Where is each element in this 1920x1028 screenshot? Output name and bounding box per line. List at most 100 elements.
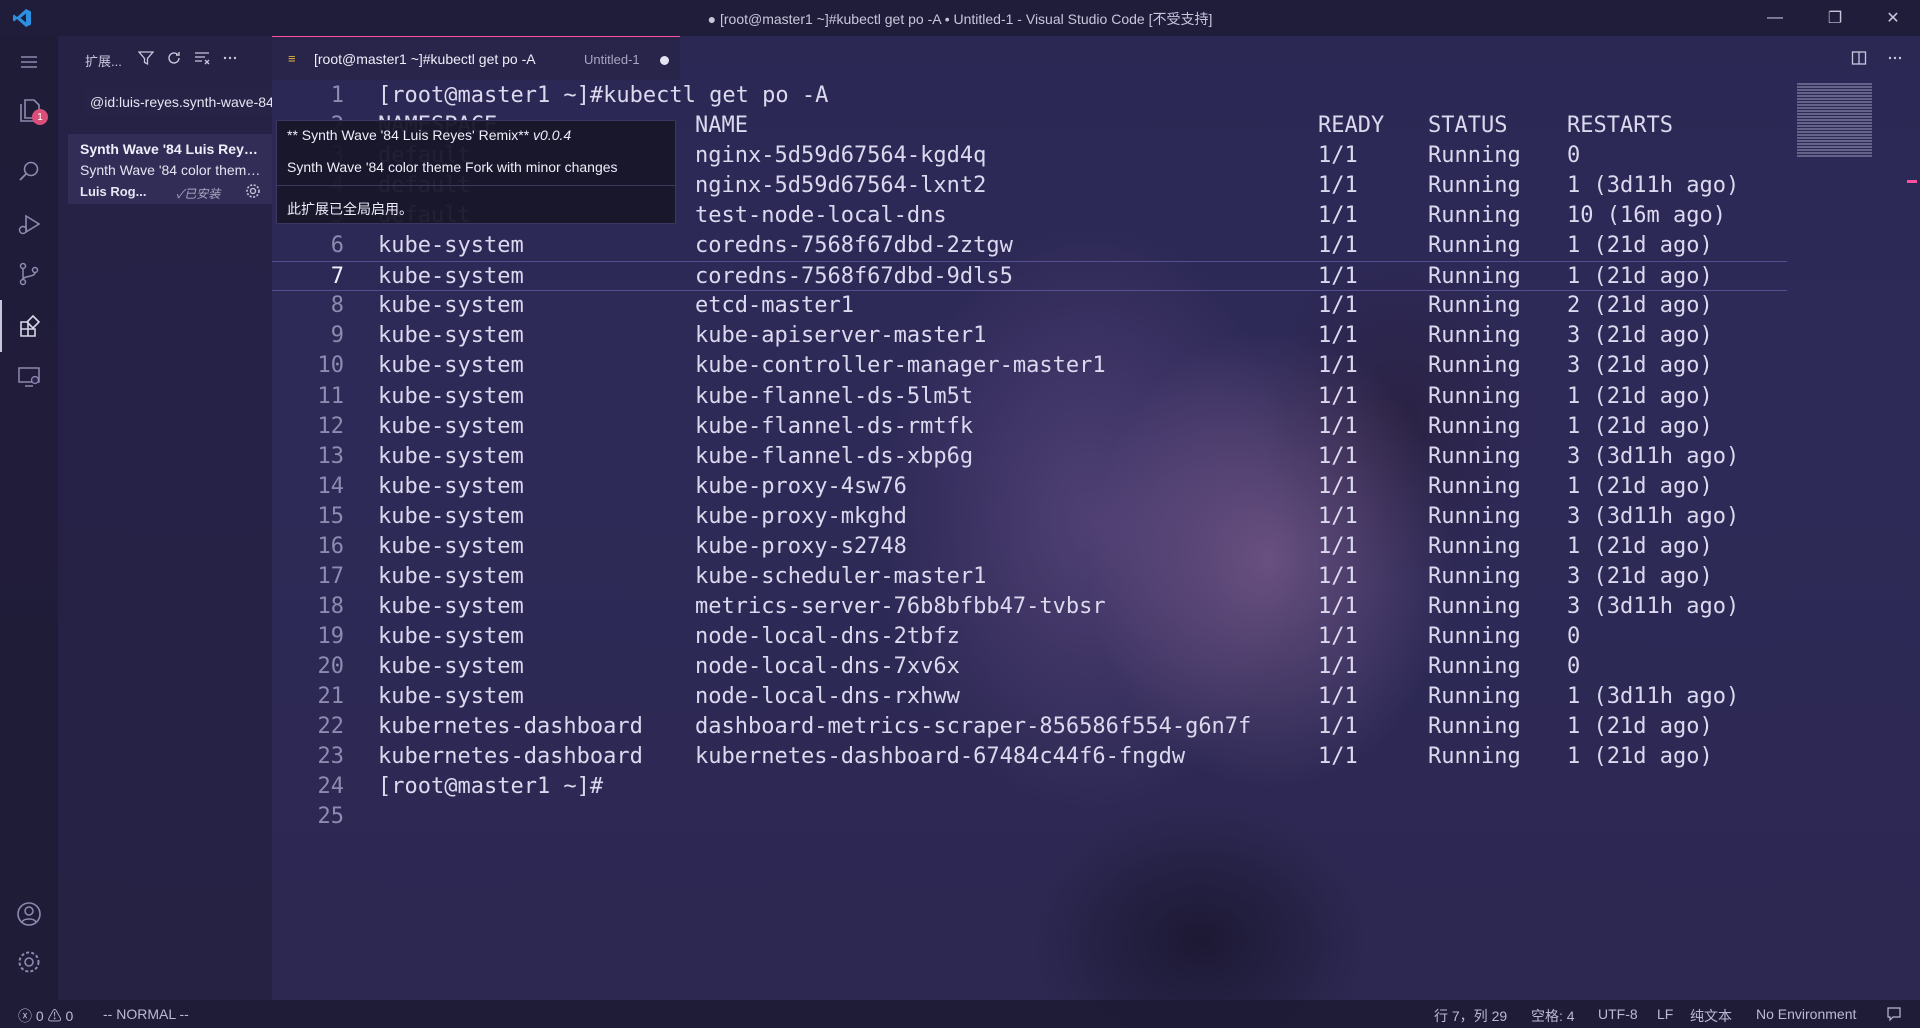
source-control-button[interactable] — [0, 248, 58, 300]
ready-cell: 1/1 — [1318, 233, 1358, 259]
editor-line[interactable]: 24 [root@master1 ~]# — [272, 772, 1787, 802]
restarts-cell: 3 (21d ago) — [1567, 353, 1713, 379]
editor-line[interactable]: 7 kube-system coredns-7568f67dbd-9dls5 1/1 R… — [272, 261, 1787, 292]
editor-line[interactable]: 1 [root@master1 ~]#kubectl get po -A — [272, 81, 1787, 111]
editor-line[interactable]: 22 kubernetes-dashboard dashboard-metrics-… — [272, 712, 1787, 742]
minimap-row — [1797, 134, 1872, 136]
split-editor-button[interactable] — [1849, 48, 1869, 68]
unsaved-dot-icon[interactable] — [660, 56, 669, 65]
filter-button[interactable] — [136, 48, 156, 68]
namespace-cell: kube-system — [378, 503, 524, 529]
editor-line[interactable]: 20 kube-system node-local-dns-7xv6x 1/1 Runn… — [272, 652, 1787, 682]
name-cell: nginx-5d59d67564-lxnt2 — [695, 173, 987, 199]
minimize-icon: — — [1767, 9, 1783, 26]
namespace-cell: kube-system — [378, 293, 524, 319]
more-actions-button[interactable] — [220, 48, 240, 68]
ready-cell: 1/1 — [1318, 173, 1358, 199]
extension-search-input[interactable] — [84, 88, 272, 116]
restarts-cell: 3 (21d ago) — [1567, 563, 1713, 589]
language-mode[interactable]: 纯文本 — [1690, 1006, 1732, 1026]
extension-settings-gear-icon[interactable] — [244, 182, 262, 200]
indentation[interactable]: 空格: 4 — [1531, 1006, 1575, 1026]
account-button[interactable] — [0, 888, 58, 940]
explorer-button[interactable]: 1 — [0, 84, 58, 136]
name-cell: kube-flannel-ds-xbp6g — [695, 443, 974, 469]
installed-label: ✓已安装 — [176, 187, 221, 201]
minimap[interactable] — [1797, 82, 1872, 157]
hover-title: ** Synth Wave '84 Luis Reyes' Remix** v0… — [287, 127, 571, 143]
restarts-cell: 3 (3d11h ago) — [1567, 503, 1740, 529]
feedback-button[interactable] — [1886, 1006, 1902, 1025]
editor-more-actions-button[interactable] — [1885, 48, 1905, 68]
status-cell: Running — [1428, 563, 1521, 589]
hover-version: v0.0.4 — [533, 127, 572, 143]
editor-line[interactable]: 17 kube-system kube-scheduler-master1 1/1 Ru… — [272, 562, 1787, 592]
menu-button[interactable] — [0, 36, 58, 88]
minimap-row — [1797, 146, 1872, 148]
minimap-row — [1797, 128, 1872, 130]
editor-line[interactable]: 6 kube-system coredns-7568f67dbd-2ztgw 1/1 R… — [272, 231, 1787, 261]
editor-line[interactable]: 11 kube-system kube-flannel-ds-5lm5t 1/1 Run… — [272, 382, 1787, 412]
end-of-line[interactable]: LF — [1657, 1006, 1673, 1022]
editor-line[interactable]: 15 kube-system kube-proxy-mkghd 1/1 Running 3… — [272, 502, 1787, 532]
editor-line[interactable]: 18 kube-system metrics-server-76b8bfbb47-t… — [272, 592, 1787, 622]
extensions-icon — [20, 314, 41, 337]
editor-line[interactable]: 23 kubernetes-dashboard kubernetes-dashboa… — [272, 742, 1787, 772]
remote-explorer-button[interactable] — [0, 350, 58, 402]
tab-untitled-1[interactable]: ≡ [root@master1 ~]#kubectl get po -A Unt… — [272, 36, 680, 80]
manage-button[interactable] — [0, 936, 58, 988]
editor-line[interactable]: 19 kube-system node-local-dns-2tbfz 1/1 Runn… — [272, 622, 1787, 652]
editor-line[interactable]: 16 kube-system kube-proxy-s2748 1/1 Running 1… — [272, 532, 1787, 562]
close-icon: ✕ — [1886, 10, 1900, 27]
restarts-cell: 3 (21d ago) — [1567, 323, 1713, 349]
hover-divider — [277, 185, 675, 186]
editor-line[interactable]: 9 kube-system kube-apiserver-master1 1/1 Run… — [272, 321, 1787, 351]
status-cell: Running — [1428, 684, 1521, 709]
extensions-sidebar: 扩展... Synth Wave '84 Luis Reyes' Remix S… — [58, 36, 272, 1000]
minimize-button[interactable]: — — [1752, 0, 1798, 36]
line-number: 11 — [317, 383, 345, 409]
search-icon — [19, 161, 39, 181]
editor-line[interactable]: 8 kube-system etcd-master1 1/1 Running 2 (21d… — [272, 291, 1787, 321]
tab-label: [root@master1 ~]#kubectl get po -A — [314, 51, 536, 67]
editor-line[interactable]: 13 kube-system kube-flannel-ds-xbp6g 1/1 Run… — [272, 442, 1787, 472]
minimap-row — [1797, 98, 1872, 100]
ready-cell: 1/1 — [1318, 744, 1358, 770]
environment[interactable]: No Environment — [1756, 1006, 1856, 1022]
line-number: 10 — [317, 353, 345, 379]
status-cell: Running — [1428, 203, 1521, 229]
status-cell: Running — [1428, 353, 1521, 379]
hover-status: 此扩展已全局启用。 — [287, 201, 413, 217]
namespace-cell: kubernetes-dashboard — [378, 714, 643, 740]
namespace-cell: kube-system — [378, 563, 524, 589]
sidebar-header: 扩展... — [58, 36, 272, 82]
minimap-row — [1797, 125, 1872, 127]
line-number: 16 — [317, 533, 345, 559]
editor-line[interactable]: 25 — [272, 802, 1787, 832]
minimap-row — [1797, 101, 1872, 103]
extension-list-item[interactable]: Synth Wave '84 Luis Reyes' Remix Synth W… — [68, 134, 272, 204]
editor-line[interactable]: 21 kube-system node-local-dns-rxhww 1/1 Runn… — [272, 682, 1787, 712]
ready-cell: 1/1 — [1318, 293, 1358, 319]
run-debug-button[interactable] — [0, 198, 58, 250]
name-cell: coredns-7568f67dbd-9dls5 — [695, 264, 1013, 290]
search-button[interactable] — [0, 146, 58, 198]
extensions-button[interactable] — [0, 300, 60, 352]
editor-line[interactable]: 10 kube-system kube-controller-manager-mas… — [272, 351, 1787, 381]
ready-cell: 1/1 — [1318, 653, 1358, 679]
minimap-row — [1797, 152, 1872, 154]
problems-indicator[interactable]: ⓧ 0 ⚠ 0 — [18, 1006, 73, 1026]
clear-results-button[interactable] — [192, 48, 212, 68]
line-number: 23 — [317, 744, 345, 770]
restore-button[interactable]: ❐ — [1812, 0, 1858, 36]
status-cell: Running — [1428, 473, 1521, 499]
name-cell: kubernetes-dashboard-67484c44f6-fngdw — [695, 744, 1186, 770]
refresh-button[interactable] — [164, 48, 184, 68]
close-button[interactable]: ✕ — [1870, 0, 1916, 36]
editor-line[interactable]: 12 kube-system kube-flannel-ds-rmtfk 1/1 Run… — [272, 412, 1787, 442]
editor-line[interactable]: 14 kube-system kube-proxy-4sw76 1/1 Running 1… — [272, 472, 1787, 502]
encoding[interactable]: UTF-8 — [1598, 1006, 1638, 1022]
cursor-position[interactable]: 行 7，列 29 — [1434, 1006, 1507, 1026]
status-cell: Running — [1428, 264, 1521, 290]
name-cell: kube-scheduler-master1 — [695, 563, 987, 589]
